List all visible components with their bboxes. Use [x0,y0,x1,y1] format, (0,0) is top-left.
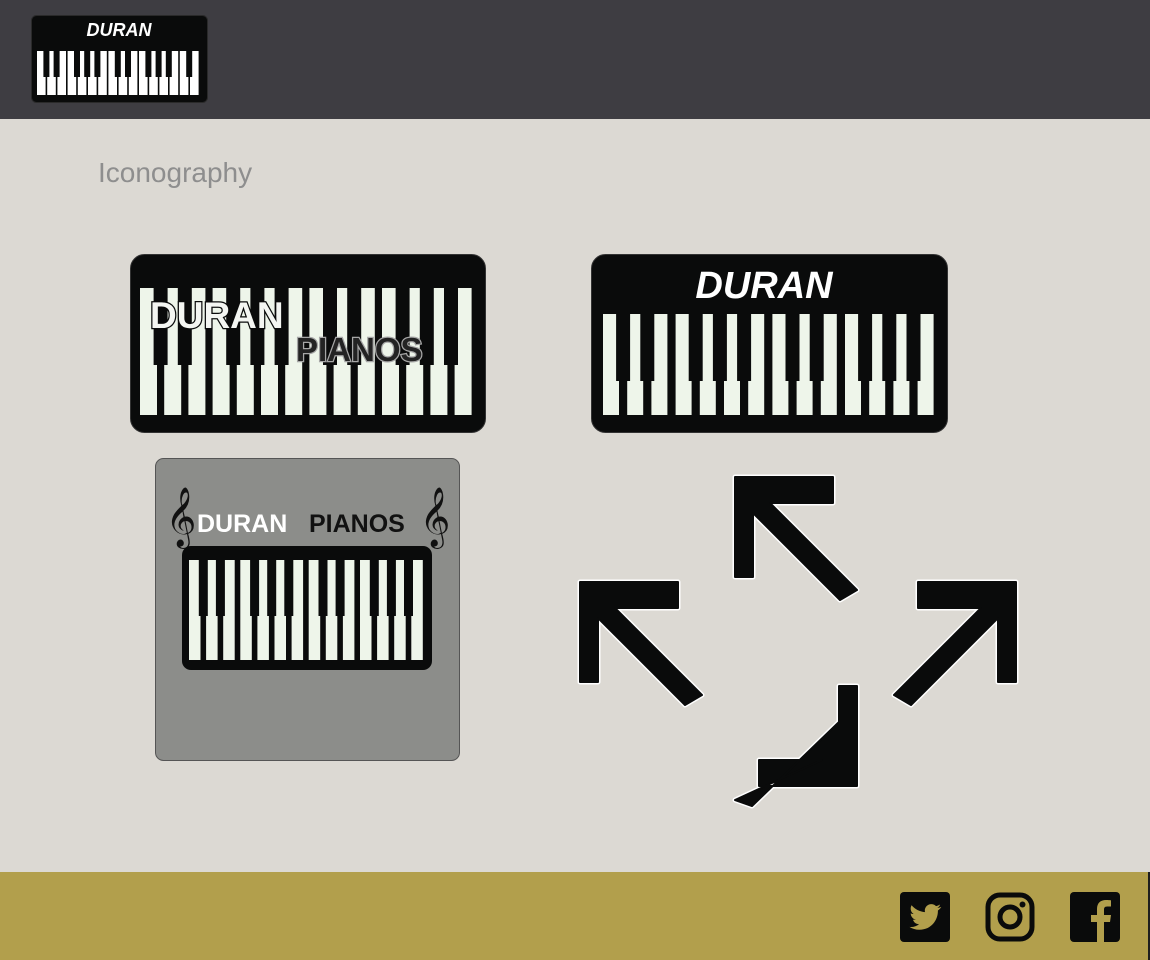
white-key [394,560,406,660]
main-content: Iconography DURAN PIANOS DURAN 𝄞 𝄞 DURAN… [0,119,1150,872]
black-key [906,314,921,381]
treble-clef-icon-right: 𝄞 [420,487,451,549]
duran-logo-text: DURAN [695,265,834,307]
black-key [53,51,60,77]
black-key [386,560,396,616]
black-key [335,560,345,616]
square-logo-duran: DURAN [197,510,287,538]
black-key [84,51,91,77]
logo-text-pianos: PIANOS [296,331,423,368]
footer [0,872,1150,960]
duran-logo: DURAN [591,254,948,433]
black-key [267,560,277,616]
black-key [215,560,225,616]
black-key [785,314,800,381]
header-logo[interactable]: DURAN [31,15,208,103]
black-key [114,51,121,77]
white-key [308,560,321,660]
black-key [404,560,413,616]
black-key [155,51,162,77]
facebook-icon[interactable] [1070,892,1120,942]
duran-pianos-square-logo: 𝄞 𝄞 DURAN PIANOS [155,458,460,761]
twitter-icon[interactable] [900,892,950,942]
black-key [809,314,824,381]
white-key [411,560,423,660]
white-key [342,560,355,660]
header: DURAN [0,0,1150,119]
white-key [257,560,269,660]
black-key [712,314,727,381]
white-key [189,560,201,660]
black-key [882,314,897,381]
black-key [737,314,752,381]
black-key [616,314,631,381]
black-key [250,560,260,616]
black-key [640,314,655,381]
black-key [43,51,50,77]
black-key [284,560,294,616]
black-key [125,51,131,77]
black-key [369,560,379,616]
white-key [206,560,218,660]
duran-pianos-keyboard-logo: DURAN PIANOS [130,254,486,433]
black-key [858,314,873,381]
white-key [377,560,389,660]
black-key [688,314,703,381]
expand-arrows-icon [577,474,1019,809]
square-logo-pianos: PIANOS [309,510,405,538]
header-logo-text: DURAN [87,20,153,40]
black-key [186,51,193,77]
white-key [291,560,304,660]
black-key [145,51,152,77]
white-key [325,560,338,660]
page-title: Iconography [98,157,253,188]
white-key [274,560,286,660]
white-key [240,560,252,660]
black-key [198,560,208,616]
white-key [223,560,235,660]
black-key [74,51,80,77]
black-key [94,51,101,77]
black-key [318,560,328,616]
instagram-icon[interactable] [985,892,1035,942]
black-key [165,51,172,77]
treble-clef-icon-left: 𝄞 [166,487,197,549]
black-key [444,288,458,365]
white-key [360,560,372,660]
logo-text-duran: DURAN [150,295,284,336]
